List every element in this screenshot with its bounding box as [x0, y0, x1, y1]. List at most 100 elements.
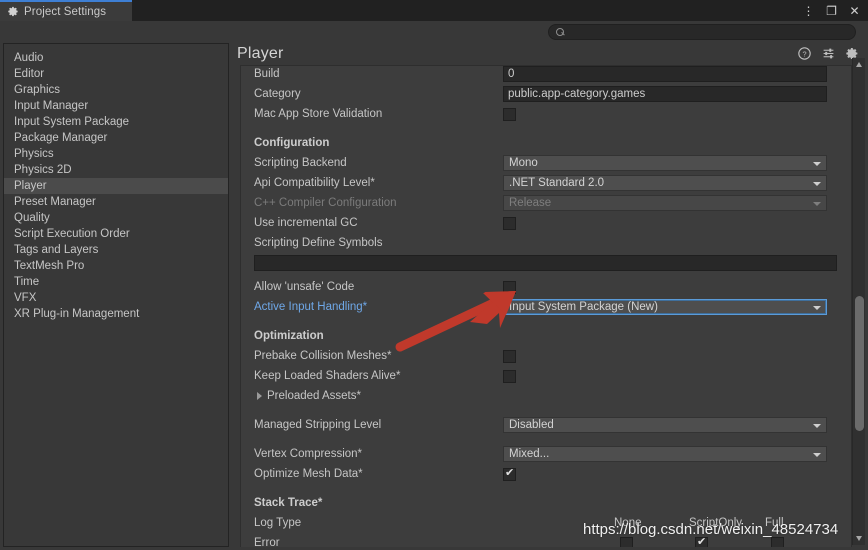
row-optimize-mesh-data: Optimize Mesh Data* [241, 464, 851, 484]
label-allow-unsafe-code: Allow 'unsafe' Code [254, 281, 355, 293]
sidebar-item-quality[interactable]: Quality [4, 210, 228, 226]
sidebar-item-physics[interactable]: Physics [4, 146, 228, 162]
error-none-checkbox[interactable] [620, 536, 633, 547]
scrollbar-thumb[interactable] [855, 296, 864, 431]
panel-header: Player ? [231, 43, 865, 65]
sidebar-item-graphics[interactable]: Graphics [4, 82, 228, 98]
sidebar-item-script-execution-order[interactable]: Script Execution Order [4, 226, 228, 242]
more-options-icon[interactable]: ⋮ [802, 5, 815, 17]
sidebar-item-physics-2d[interactable]: Physics 2D [4, 162, 228, 178]
section-header-optimization: Optimization [254, 330, 324, 342]
active-input-handling-dropdown[interactable]: Input System Package (New) [503, 299, 827, 315]
chevron-down-icon [813, 424, 821, 428]
label-active-input-handling: Active Input Handling* [254, 301, 368, 313]
section-header-stack-trace: Stack Trace* [254, 497, 323, 509]
label-prebake-collision-meshes: Prebake Collision Meshes* [254, 350, 392, 362]
sidebar-item-player[interactable]: Player [4, 178, 228, 194]
search-input[interactable] [569, 26, 839, 38]
search-box[interactable] [548, 24, 856, 40]
settings-content: Build 0 Category public.app-category.gam… [240, 65, 852, 547]
settings-sidebar[interactable]: Audio Editor Graphics Input Manager Inpu… [3, 43, 229, 547]
sidebar-item-package-manager[interactable]: Package Manager [4, 130, 228, 146]
preset-icon[interactable] [822, 47, 835, 60]
scroll-up-arrow-icon[interactable] [856, 62, 862, 67]
vertical-scrollbar[interactable] [852, 58, 865, 545]
search-row [0, 21, 868, 43]
api-compatibility-level-value: .NET Standard 2.0 [509, 177, 605, 189]
sidebar-item-vfx[interactable]: VFX [4, 290, 228, 306]
row-active-input-handling: Active Input Handling* Input System Pack… [241, 297, 851, 317]
label-error: Error [254, 537, 280, 547]
label-scripting-backend: Scripting Backend [254, 157, 347, 169]
label-mac-app-store-validation: Mac App Store Validation [254, 108, 383, 120]
tab-project-settings[interactable]: Project Settings [0, 0, 132, 21]
cpp-compiler-configuration-dropdown: Release [503, 195, 827, 211]
title-bar: Project Settings ⋮ ❐ ✕ [0, 0, 868, 21]
sidebar-item-time[interactable]: Time [4, 274, 228, 290]
sidebar-item-tags-and-layers[interactable]: Tags and Layers [4, 242, 228, 258]
gear-icon [8, 6, 19, 17]
active-input-handling-value: Input System Package (New) [509, 301, 658, 313]
api-compatibility-level-dropdown[interactable]: .NET Standard 2.0 [503, 175, 827, 191]
close-icon[interactable]: ✕ [848, 5, 861, 17]
error-full-checkbox[interactable] [771, 536, 784, 547]
sidebar-item-input-manager[interactable]: Input Manager [4, 98, 228, 114]
row-preloaded-assets[interactable]: Preloaded Assets* [241, 386, 851, 406]
label-cpp-compiler-configuration: C++ Compiler Configuration [254, 197, 397, 209]
row-api-compatibility-level: Api Compatibility Level* .NET Standard 2… [241, 173, 851, 193]
scroll-down-arrow-icon[interactable] [856, 536, 862, 541]
player-settings-panel: Player ? Build 0 Category public.app-cat… [231, 43, 865, 547]
panel-header-icons: ? [798, 47, 859, 60]
chevron-down-icon [813, 453, 821, 457]
sidebar-item-input-system-package[interactable]: Input System Package [4, 114, 228, 130]
cpp-compiler-configuration-value: Release [509, 197, 552, 209]
label-managed-stripping-level: Managed Stripping Level [254, 419, 382, 431]
label-optimize-mesh-data: Optimize Mesh Data* [254, 468, 363, 480]
row-managed-stripping-level: Managed Stripping Level Disabled [241, 415, 851, 435]
settings-list: Build 0 Category public.app-category.gam… [241, 66, 851, 547]
sidebar-item-xr-plugin-management[interactable]: XR Plug-in Management [4, 306, 228, 322]
label-vertex-compression: Vertex Compression* [254, 448, 363, 460]
row-cpp-compiler-configuration: C++ Compiler Configuration Release [241, 193, 851, 213]
maximize-icon[interactable]: ❐ [825, 5, 838, 17]
chevron-down-icon [813, 202, 821, 206]
watermark-text: https://blog.csdn.net/weixin_48524734 [583, 521, 839, 538]
help-icon[interactable]: ? [798, 47, 811, 60]
row-mac-app-store-validation: Mac App Store Validation [241, 104, 851, 124]
label-keep-loaded-shaders-alive: Keep Loaded Shaders Alive* [254, 370, 401, 382]
row-use-incremental-gc: Use incremental GC [241, 213, 851, 233]
unity-project-settings-window: Project Settings ⋮ ❐ ✕ Audio Editor Grap… [0, 0, 868, 550]
optimize-mesh-data-checkbox[interactable] [503, 467, 516, 481]
vertex-compression-dropdown[interactable]: Mixed... [503, 446, 827, 462]
scripting-backend-dropdown[interactable]: Mono [503, 155, 827, 171]
chevron-down-icon [813, 162, 821, 166]
vertex-compression-value: Mixed... [509, 448, 550, 460]
sidebar-item-audio[interactable]: Audio [4, 50, 228, 66]
sidebar-item-editor[interactable]: Editor [4, 66, 228, 82]
row-category: Category public.app-category.games [241, 84, 851, 104]
row-scripting-define-symbols-field [241, 253, 851, 272]
svg-text:?: ? [802, 49, 806, 58]
label-build: Build [254, 68, 280, 80]
sidebar-item-textmesh-pro[interactable]: TextMesh Pro [4, 258, 228, 274]
row-prebake-collision-meshes: Prebake Collision Meshes* [241, 346, 851, 366]
label-api-compatibility-level: Api Compatibility Level* [254, 177, 375, 189]
mac-app-store-validation-checkbox[interactable] [503, 107, 516, 121]
error-scriptonly-checkbox[interactable] [695, 536, 708, 547]
scripting-backend-value: Mono [509, 157, 538, 169]
allow-unsafe-code-checkbox[interactable] [503, 280, 516, 294]
keep-loaded-shaders-alive-checkbox[interactable] [503, 369, 516, 383]
label-category: Category [254, 88, 301, 100]
window-controls: ⋮ ❐ ✕ [802, 0, 866, 21]
managed-stripping-level-dropdown[interactable]: Disabled [503, 417, 827, 433]
chevron-right-icon[interactable] [257, 392, 262, 400]
category-field[interactable]: public.app-category.games [503, 86, 827, 102]
row-configuration-header: Configuration [241, 133, 851, 153]
use-incremental-gc-checkbox[interactable] [503, 216, 516, 230]
row-build: Build 0 [241, 66, 851, 84]
row-allow-unsafe-code: Allow 'unsafe' Code [241, 277, 851, 297]
build-field[interactable]: 0 [503, 66, 827, 82]
prebake-collision-meshes-checkbox[interactable] [503, 349, 516, 363]
sidebar-item-preset-manager[interactable]: Preset Manager [4, 194, 228, 210]
scripting-define-symbols-field[interactable] [254, 254, 837, 271]
